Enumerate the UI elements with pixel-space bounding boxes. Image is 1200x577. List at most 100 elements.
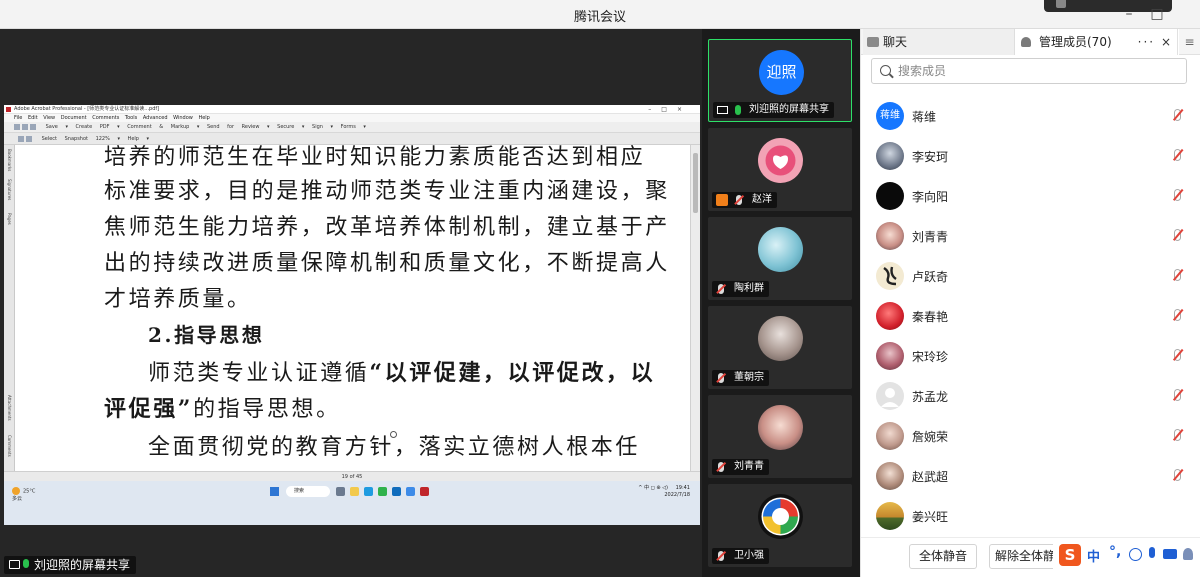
- acrobat-menu-item[interactable]: Help: [198, 115, 209, 121]
- acrobat-menu-bar[interactable]: File Edit View Document Comments Tools A…: [4, 114, 700, 122]
- acrobat-status-bar[interactable]: 19 of 45: [4, 471, 700, 481]
- mic-muted-icon[interactable]: [1174, 469, 1181, 481]
- page-indicator[interactable]: 19 of 45: [342, 474, 363, 480]
- email-icon[interactable]: [30, 123, 36, 130]
- acrobat-menu-item[interactable]: View: [43, 115, 60, 121]
- maximize-button[interactable]: □: [1146, 4, 1168, 24]
- nav-tab-signatures[interactable]: Signatures: [6, 179, 12, 200]
- edge-icon[interactable]: [364, 487, 373, 496]
- acrobat-toolbar-primary[interactable]: Save ▾ Create PDF ▾ Comment & Markup ▾ S…: [4, 122, 700, 133]
- windows-start-icon[interactable]: [270, 487, 279, 496]
- ime-language-toggle[interactable]: 中: [1087, 546, 1100, 565]
- video-tile[interactable]: 刘青青: [708, 395, 852, 478]
- doc-line-3: 焦师范生能力培养，改革培养体制机制，建立基于产: [104, 215, 670, 240]
- member-row[interactable]: 卢跃奇: [861, 256, 1200, 296]
- member-row[interactable]: 李安珂: [861, 136, 1200, 176]
- acrobat-menu-item[interactable]: File: [14, 115, 28, 121]
- acrobat-menu-item[interactable]: Tools: [125, 115, 143, 121]
- video-tile[interactable]: 迎照 刘迎照的屏幕共享: [708, 39, 852, 122]
- member-search-input[interactable]: [898, 62, 1178, 80]
- member-row[interactable]: 刘青青: [861, 216, 1200, 256]
- mic-muted-icon[interactable]: [1174, 109, 1181, 121]
- mute-all-button[interactable]: 全体静音: [909, 544, 977, 569]
- acrobat-toolbar-labels[interactable]: Save ▾ Create PDF ▾ Comment & Markup ▾ S…: [46, 124, 366, 130]
- member-row[interactable]: 秦春艳: [861, 296, 1200, 336]
- video-tile[interactable]: 董朝宗: [708, 306, 852, 389]
- select-tool-icon[interactable]: [26, 135, 32, 142]
- more-options-button[interactable]: ···: [1138, 35, 1155, 49]
- store-icon[interactable]: [392, 487, 401, 496]
- mic-muted-icon[interactable]: [1174, 349, 1181, 361]
- acrobat-title-bar: Adobe Acrobat Professional - [师范类专业认证标准解…: [4, 105, 700, 114]
- pdf-scroll-thumb[interactable]: [693, 153, 698, 213]
- nav-tab-pages[interactable]: Pages: [6, 213, 12, 225]
- member-row[interactable]: 赵武超: [861, 456, 1200, 496]
- print-icon[interactable]: [22, 123, 28, 130]
- member-row[interactable]: 姜兴旺: [861, 496, 1200, 534]
- acrobat-navigation-pane[interactable]: Bookmarks Signatures Pages Attachments C…: [4, 145, 15, 471]
- nav-tab-bookmarks[interactable]: Bookmarks: [6, 149, 12, 171]
- acrobat-menu-item[interactable]: Comments: [92, 115, 125, 121]
- mic-muted-icon[interactable]: [1174, 189, 1181, 201]
- mic-muted-icon[interactable]: [1174, 149, 1181, 161]
- emoji-icon[interactable]: [1129, 548, 1142, 561]
- video-tile[interactable]: 陶利群: [708, 217, 852, 300]
- tab-members-label: 管理成员(70): [1039, 35, 1112, 49]
- mic-muted-icon[interactable]: [1174, 389, 1181, 401]
- member-row[interactable]: 詹婉荣: [861, 416, 1200, 456]
- ime-punctuation-toggle[interactable]: °,: [1109, 544, 1121, 560]
- pdf-scrollbar[interactable]: [690, 145, 700, 471]
- acrobat-toolbar2-labels[interactable]: Select Snapshot 122% ▾ Help ▾: [42, 136, 149, 142]
- sogou-ime-toolbar[interactable]: S 中 °,: [1053, 540, 1199, 574]
- nav-tab-comments[interactable]: Comments: [6, 435, 12, 457]
- tray-icons[interactable]: ^ 中 ◻ ⊕ ◁): [638, 485, 668, 491]
- panel-tabs: 聊天 管理成员(70) ··· × ≡: [861, 29, 1200, 55]
- acrobat-window-controls[interactable]: –□×: [648, 105, 692, 114]
- minimize-button[interactable]: –: [1118, 4, 1140, 24]
- mic-muted-icon[interactable]: [1174, 429, 1181, 441]
- member-name: 刘青青: [912, 230, 949, 244]
- system-tray[interactable]: ^ 中 ◻ ⊕ ◁) 19:41 2022/7/18: [638, 485, 690, 499]
- member-row[interactable]: 李向阳: [861, 176, 1200, 216]
- tile-name: 刘青青: [734, 461, 764, 472]
- acrobat-menu-item[interactable]: Edit: [28, 115, 43, 121]
- weather-widget[interactable]: 25°C 多云: [12, 487, 35, 503]
- open-icon[interactable]: [14, 123, 20, 130]
- avatar: [876, 142, 904, 170]
- heart-chat-avatar-icon: [765, 145, 796, 176]
- chrome-icon[interactable]: [378, 487, 387, 496]
- tab-chat[interactable]: 聊天: [863, 29, 1015, 55]
- tile-label: 卫小强: [712, 548, 769, 564]
- member-search: [871, 58, 1187, 84]
- panel-menu-button[interactable]: ≡: [1177, 29, 1200, 55]
- doc-line-2: 标准要求，目的是推动师范类专业注重内涵建设，聚: [104, 179, 670, 204]
- video-tile[interactable]: 赵洋: [708, 128, 852, 211]
- task-view-icon[interactable]: [336, 487, 345, 496]
- acrobat-toolbar-secondary[interactable]: Select Snapshot 122% ▾ Help ▾: [4, 133, 700, 145]
- mouse-cursor-indicator: [390, 431, 397, 438]
- close-panel-button[interactable]: ×: [1161, 35, 1173, 49]
- sogou-logo-icon[interactable]: S: [1059, 544, 1081, 566]
- voice-input-icon[interactable]: [1149, 547, 1155, 558]
- ime-account-icon[interactable]: [1183, 548, 1193, 560]
- acrobat-menu-item[interactable]: Document: [61, 115, 93, 121]
- member-row[interactable]: 宋玲珍: [861, 336, 1200, 376]
- file-explorer-icon[interactable]: [350, 487, 359, 496]
- acrobat-taskbar-icon[interactable]: [420, 487, 429, 496]
- meeting-app-icon[interactable]: [406, 487, 415, 496]
- sun-icon: [12, 487, 20, 495]
- mic-muted-icon[interactable]: [1174, 229, 1181, 241]
- keyboard-icon[interactable]: [1163, 549, 1177, 559]
- mic-muted-icon: [736, 195, 742, 205]
- taskbar-search[interactable]: 搜索: [286, 486, 330, 497]
- mic-muted-icon: [718, 551, 724, 561]
- hand-tool-icon[interactable]: [18, 135, 24, 142]
- acrobat-menu-item[interactable]: Window: [173, 115, 198, 121]
- mic-muted-icon[interactable]: [1174, 269, 1181, 281]
- acrobat-menu-item[interactable]: Advanced: [143, 115, 173, 121]
- mic-muted-icon[interactable]: [1174, 309, 1181, 321]
- video-tile[interactable]: 卫小强: [708, 484, 852, 567]
- member-row[interactable]: 蒋维 蒋维: [861, 96, 1200, 136]
- nav-tab-attachments[interactable]: Attachments: [6, 395, 12, 421]
- member-row[interactable]: 苏孟龙: [861, 376, 1200, 416]
